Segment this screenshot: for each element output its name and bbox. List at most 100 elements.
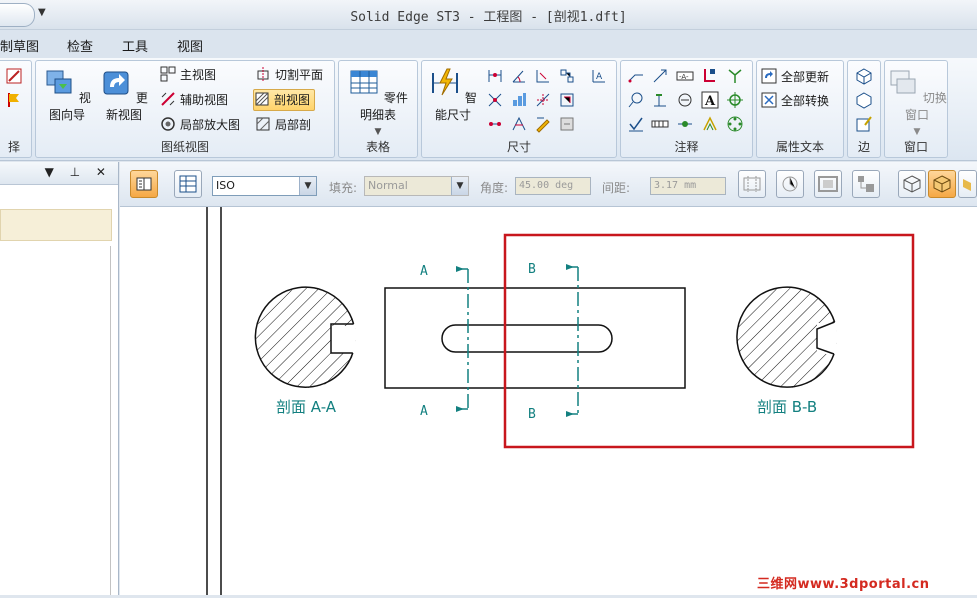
group-property-text: 全部更新 全部转换 属性文本: [756, 60, 844, 158]
principal-view-icon: [160, 66, 176, 82]
auxiliary-view-label: 辅助视图: [180, 93, 229, 107]
bolt-circle-icon[interactable]: [726, 115, 744, 133]
section-view-label: 剖视图: [274, 93, 311, 107]
table-options-icon: [179, 175, 197, 193]
section-view-button[interactable]: 剖视图: [253, 89, 316, 111]
view-alignment-button[interactable]: [852, 170, 880, 198]
angle-input[interactable]: 45.00 deg: [515, 177, 591, 195]
datum-frame-icon[interactable]: [701, 67, 719, 85]
standard-select[interactable]: ISO ▼: [212, 176, 317, 196]
auxiliary-view-button[interactable]: 辅助视图: [160, 90, 228, 110]
weld-symbol-icon[interactable]: [726, 67, 744, 85]
retrieve-dimension-icon[interactable]: [558, 115, 576, 133]
connector-icon[interactable]: [676, 115, 694, 133]
hide-edges-icon[interactable]: [855, 91, 873, 109]
dimension-style-icon[interactable]: [510, 115, 528, 133]
angle-dimension-icon[interactable]: [510, 67, 528, 85]
update-all-label: 全部更新: [781, 70, 830, 84]
drawing-sheet[interactable]: A A B B 剖面 A-A 剖面 B-B: [120, 207, 977, 595]
tab-sketch[interactable]: 制草图: [0, 36, 39, 55]
feature-control-frame-icon[interactable]: -A-: [676, 67, 694, 85]
detail-view-button[interactable]: 局部放大图: [160, 115, 240, 135]
fill-select[interactable]: Normal ▼: [364, 176, 469, 196]
tab-tools[interactable]: 工具: [122, 36, 148, 55]
group-drawing-views: 视图向导 更新视图 主视图 辅助视图 局部放大图 切割平面 剖视图 局部剖 图纸…: [35, 60, 335, 158]
text-icon[interactable]: A: [701, 91, 719, 109]
shaded-view-button[interactable]: [928, 170, 956, 198]
view-wizard-button[interactable]: 视图向导: [39, 67, 95, 123]
parts-list-icon: [350, 70, 378, 94]
stacked-dimension-icon[interactable]: [510, 91, 528, 109]
arrow-a-top-icon: [456, 266, 464, 272]
section-options-button[interactable]: [130, 170, 158, 198]
broken-out-section-button[interactable]: 局部剖: [255, 115, 311, 135]
group-dimension-label: 尺寸: [506, 140, 531, 154]
spacing-input[interactable]: 3.17 mm: [650, 177, 726, 195]
section-a-a-caption: 剖面 A-A: [276, 398, 337, 416]
cut-label-a-bottom: A: [420, 404, 428, 419]
leader-icon[interactable]: [651, 67, 669, 85]
centerline-icon[interactable]: [701, 115, 719, 133]
cutting-plane-button[interactable]: 切割平面: [255, 65, 323, 85]
ribbon: 择 视图向导 更新视图 主视图 辅助视图 局部放大图 切割平面 剖视图 局部剖 …: [0, 58, 977, 161]
section-a-a-view[interactable]: [250, 282, 362, 394]
fill-value: Normal: [368, 179, 408, 192]
cutting-plane-b[interactable]: B B: [528, 262, 579, 422]
group-edges-label: 边: [857, 140, 870, 154]
convert-all-button[interactable]: 全部转换: [761, 91, 829, 111]
smart-dimension-icon: [432, 68, 459, 96]
radial-dimension-icon[interactable]: [534, 91, 552, 109]
wireframe-view-button[interactable]: [898, 170, 926, 198]
coordinate-dimension-icon[interactable]: [534, 67, 552, 85]
principal-view-label: 主视图: [180, 68, 217, 82]
surface-texture-icon[interactable]: [651, 91, 669, 109]
update-all-button[interactable]: 全部更新: [761, 67, 829, 87]
symmetric-dimension-icon[interactable]: [486, 91, 504, 109]
standard-dropdown-icon[interactable]: ▼: [299, 177, 316, 195]
balloon-icon[interactable]: [627, 91, 645, 109]
update-views-button[interactable]: 更新视图: [96, 67, 152, 123]
section-only-button[interactable]: [814, 170, 842, 198]
dimension-axis-icon[interactable]: A: [590, 67, 608, 85]
group-annotation-label: 注释: [674, 140, 699, 154]
update-views-icon: [103, 71, 129, 95]
tab-view[interactable]: 视图: [177, 36, 203, 55]
symmetric-diameter-icon[interactable]: [486, 115, 504, 133]
edge-painter-icon[interactable]: [855, 115, 873, 133]
more-view-options-button[interactable]: [958, 170, 977, 198]
tab-inspect[interactable]: 检查: [67, 36, 93, 55]
parts-list-dropdown-icon[interactable]: ▼: [375, 127, 382, 137]
check-symbol-icon[interactable]: [627, 115, 645, 133]
switch-window-dropdown-icon[interactable]: ▼: [914, 127, 921, 137]
revolved-section-button[interactable]: [776, 170, 804, 198]
parts-list-button[interactable]: 零件明细表 ▼: [343, 67, 413, 137]
angular-coordinate-icon[interactable]: [558, 91, 576, 109]
cutting-plane-icon: [257, 67, 269, 81]
fill-dropdown-icon[interactable]: ▼: [451, 177, 468, 195]
smart-dimension-button[interactable]: 智能尺寸: [424, 67, 482, 123]
broken-out-section-label: 局部剖: [275, 118, 312, 132]
switch-window-button[interactable]: 切换窗口 ▼: [885, 67, 949, 137]
section-b-b-view[interactable]: [732, 282, 847, 394]
switch-window-icon: [890, 70, 916, 94]
edge-condition-icon[interactable]: [676, 91, 694, 109]
view-wizard-icon: [46, 70, 72, 94]
front-view[interactable]: [384, 287, 686, 389]
left-pane-band: [0, 209, 112, 241]
principal-view-button[interactable]: 主视图: [160, 65, 216, 85]
left-pane-controls[interactable]: ▼ ⊥ ✕: [45, 165, 112, 179]
between-dimension-icon[interactable]: [486, 67, 504, 85]
flag-icon[interactable]: [5, 91, 23, 109]
cutting-plane-selector-button[interactable]: [738, 170, 766, 198]
show-edges-icon[interactable]: [855, 67, 873, 85]
table-options-button[interactable]: [174, 170, 202, 198]
section-view-icon: [255, 92, 269, 106]
center-mark-icon[interactable]: [726, 91, 744, 109]
select-tool-icon[interactable]: [5, 67, 23, 85]
group-window-label: 窗口: [903, 140, 928, 154]
callout-icon[interactable]: [627, 67, 645, 85]
edit-dimension-icon[interactable]: [534, 115, 552, 133]
chamfer-dimension-icon[interactable]: [558, 67, 576, 85]
bolt-hole-circle-icon[interactable]: [651, 115, 669, 133]
drawing-canvas[interactable]: A A B B 剖面 A-A 剖面 B-B: [120, 207, 977, 595]
